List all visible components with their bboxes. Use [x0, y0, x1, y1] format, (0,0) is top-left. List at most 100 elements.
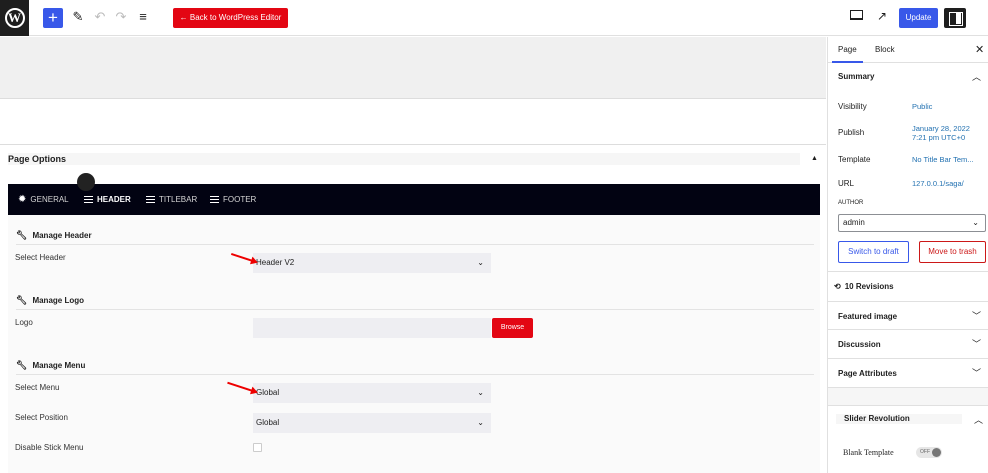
wordpress-logo-mark: W	[4, 8, 25, 28]
divider	[16, 309, 814, 310]
redo-icon[interactable]: ↷	[113, 9, 129, 25]
blank-template-label: Blank Template	[843, 448, 894, 457]
pencil-icon[interactable]: ✎	[70, 9, 86, 25]
author-value: admin	[843, 218, 865, 227]
revisions-label: 10 Revisions	[844, 282, 894, 291]
switch-to-draft-button[interactable]: Switch to draft	[838, 241, 909, 263]
summary-section-header[interactable]: Summary ︿	[828, 63, 988, 91]
featured-image-section[interactable]: Featured image ﹀	[828, 301, 988, 330]
add-block-button[interactable]: +	[43, 8, 63, 28]
menu-lines-icon	[210, 196, 219, 203]
divider	[828, 271, 988, 272]
manage-header-label: Manage Header	[32, 231, 92, 240]
chevron-down-icon: ﹀	[971, 339, 981, 349]
tab-titlebar[interactable]: TITLEBAR	[146, 184, 197, 215]
chevron-down-icon: ﹀	[971, 368, 981, 378]
visibility-value[interactable]: Public	[912, 102, 932, 111]
chevron-down-icon: ⌄	[477, 418, 484, 427]
discussion-section[interactable]: Discussion ﹀	[828, 330, 988, 359]
chevron-up-icon[interactable]: ▲	[811, 155, 818, 162]
logo-label: Logo	[15, 318, 33, 327]
tab-block[interactable]: Block	[875, 37, 895, 63]
url-value[interactable]: 127.0.0.1/saga/	[912, 179, 964, 188]
editor-canvas-block[interactable]	[0, 100, 826, 145]
wrench-icon: 🔧︎	[16, 230, 28, 240]
wrench-icon: 🔧︎	[16, 360, 28, 370]
page-attributes-label: Page Attributes	[838, 369, 897, 378]
wrench-icon: 🔧︎	[16, 295, 28, 305]
page-options-panel: Page Options ▲ ✹ GENERAL HEADER TITLEBAR…	[0, 146, 826, 473]
page-options-tabs: ✹ GENERAL HEADER TITLEBAR FOOTER	[8, 184, 820, 215]
mouse-cursor-indicator	[77, 173, 95, 191]
tab-footer-label: FOOTER	[223, 195, 257, 204]
divider	[16, 374, 814, 375]
select-position-value: Global	[256, 418, 280, 427]
divider	[16, 244, 814, 245]
page-options-title[interactable]: Page Options	[8, 153, 800, 165]
settings-icon[interactable]	[944, 8, 966, 28]
featured-image-label: Featured image	[838, 312, 898, 321]
disable-stick-menu-label: Disable Stick Menu	[15, 443, 84, 452]
undo-icon[interactable]: ↶	[92, 9, 108, 25]
publish-time: 7:21 pm UTC+0	[912, 133, 966, 142]
update-button[interactable]: Update	[899, 8, 938, 28]
discussion-label: Discussion	[838, 340, 881, 349]
chevron-down-icon: ⌄	[972, 218, 979, 227]
manage-logo-label: Manage Logo	[32, 296, 84, 305]
summary-title: Summary	[838, 72, 875, 81]
menu-lines-icon	[84, 196, 93, 203]
sidebar-spacer	[828, 388, 988, 406]
select-menu-value: Global	[256, 388, 280, 397]
visibility-label: Visibility	[838, 102, 867, 111]
tab-general-label: GENERAL	[30, 195, 69, 204]
tab-footer[interactable]: FOOTER	[210, 184, 256, 215]
select-menu-label: Select Menu	[15, 383, 60, 392]
manage-logo-title: 🔧︎ Manage Logo	[16, 295, 84, 306]
select-menu-dropdown[interactable]: Global ⌄	[253, 383, 491, 403]
slider-revolution-title[interactable]: Slider Revolution	[836, 414, 962, 424]
blank-template-toggle[interactable]: OFF	[916, 447, 942, 458]
sidebar-tabs: Page Block ✕	[828, 37, 988, 63]
url-label: URL	[838, 179, 855, 188]
chevron-down-icon: ⌄	[477, 388, 484, 397]
chevron-up-icon[interactable]: ︿	[974, 413, 983, 426]
chevron-down-icon: ⌄	[477, 258, 484, 267]
tab-general[interactable]: ✹ GENERAL	[18, 184, 69, 215]
select-position-dropdown[interactable]: Global ⌄	[253, 413, 491, 433]
editor-toolbar: W + ✎ ↶ ↷ ≡ ← Back to WordPress Editor ↗…	[0, 0, 988, 36]
select-header-dropdown[interactable]: Header V2 ⌄	[253, 253, 491, 273]
header-options-content: 🔧︎ Manage Header Select Header Header V2…	[8, 215, 820, 473]
menu-lines-icon	[146, 196, 155, 203]
author-select[interactable]: admin ⌄	[838, 214, 986, 232]
manage-menu-label: Manage Menu	[32, 361, 86, 370]
move-to-trash-button[interactable]: Move to trash	[919, 241, 986, 263]
tab-header-label: HEADER	[97, 195, 131, 204]
manage-menu-title: 🔧︎ Manage Menu	[16, 360, 85, 371]
close-icon[interactable]: ✕	[975, 43, 984, 56]
manage-header-title: 🔧︎ Manage Header	[16, 230, 92, 241]
red-arrow-annotation	[227, 381, 257, 393]
list-view-icon[interactable]: ≡	[135, 9, 151, 24]
template-value[interactable]: No Title Bar Tem...	[912, 155, 974, 164]
history-icon: ⟲	[834, 282, 841, 291]
publish-date: January 28, 2022	[912, 124, 970, 133]
disable-stick-menu-checkbox[interactable]	[253, 443, 262, 452]
logo-url-input[interactable]	[253, 318, 491, 338]
external-link-icon[interactable]: ↗	[877, 9, 887, 23]
settings-sidebar: Page Block ✕ Summary ︿ Visibility Public…	[827, 37, 988, 473]
tab-page[interactable]: Page	[832, 37, 863, 63]
revisions-link[interactable]: ⟲ 10 Revisions	[834, 282, 894, 291]
publish-date-link[interactable]: January 28, 2022 7:21 pm UTC+0	[912, 124, 970, 142]
page-attributes-section[interactable]: Page Attributes ﹀	[828, 359, 988, 388]
preview-icon[interactable]	[850, 10, 863, 20]
select-header-label: Select Header	[15, 253, 66, 262]
chevron-up-icon: ︿	[971, 72, 981, 82]
select-position-label: Select Position	[15, 413, 68, 422]
wordpress-logo-icon[interactable]: W	[0, 0, 29, 36]
editor-canvas-area[interactable]	[0, 37, 826, 99]
author-label: AUTHOR	[838, 200, 864, 206]
select-header-value: Header V2	[256, 258, 295, 267]
browse-button[interactable]: Browse	[492, 318, 533, 338]
gear-icon: ✹	[18, 194, 27, 205]
back-to-wordpress-editor-button[interactable]: ← Back to WordPress Editor	[173, 8, 288, 28]
